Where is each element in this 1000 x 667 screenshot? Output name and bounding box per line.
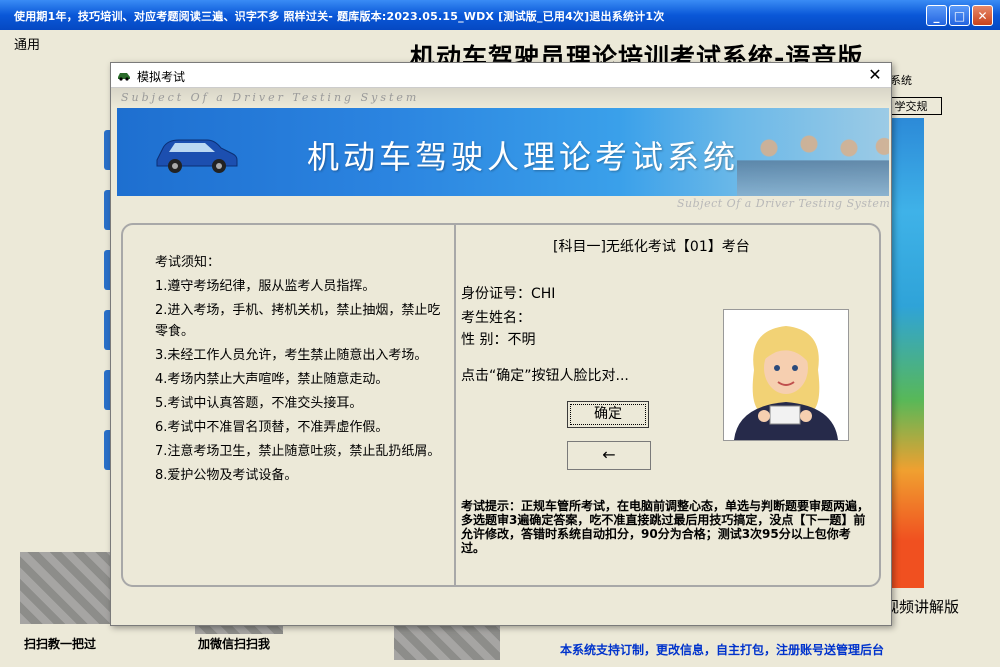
gender-label: 性 别：不明: [461, 332, 536, 348]
exam-banner: 机动车驾驶人理论考试系统: [117, 108, 889, 196]
exam-notice: 考试须知： 1.遵守考场纪律，服从监考人员指挥。 2.进入考场，手机、拷机关机，…: [155, 252, 445, 489]
footer-notice: 本系统支持订制，更改信息，自主打包，注册账号送管理后台: [560, 643, 885, 657]
car-icon: [156, 139, 238, 173]
avatar: [724, 310, 848, 440]
notice-line: 8.爱护公物及考试设备。: [155, 468, 298, 483]
dialog-titlebar: 模拟考试 ✕: [111, 63, 891, 88]
video-explanation-label[interactable]: 视频讲解版: [884, 596, 959, 617]
notice-line: 2.进入考场，手机、拷机关机，禁止抽烟，禁止吃零食。: [155, 303, 441, 339]
mock-exam-dialog: 模拟考试 ✕ Subject Of a Driver Testing Syste…: [110, 62, 892, 626]
banner-title: 机动车驾驶人理论考试系统: [307, 138, 740, 176]
candidate-photo: [723, 309, 849, 441]
menu-general[interactable]: 通用: [14, 34, 40, 53]
close-button[interactable]: ✕: [972, 5, 993, 26]
exam-tip: 考试提示：正规车管所考试，在电脑前调整心态，单选与判断题要审题两遍，多选题审3遍…: [461, 499, 870, 555]
qr-label: 加微信扫扫我: [198, 637, 271, 651]
watermark-text: Subject Of a Driver Testing System: [677, 197, 891, 210]
minimize-button[interactable]: _: [926, 5, 947, 26]
maximize-button[interactable]: □: [949, 5, 970, 26]
car-icon: [118, 73, 130, 81]
dialog-close-button[interactable]: ✕: [863, 64, 887, 86]
window-title: 使用期1年，技巧培训、对应考题阅读三遍、识字不多 照样过关- 题库版本:2023…: [14, 10, 665, 23]
classroom-photo: [737, 116, 889, 196]
notice-line: 5.考试中认真答题，不准交头接耳。: [155, 396, 363, 411]
right-side-banner: [888, 118, 924, 588]
watermark-text: Subject Of a Driver Testing System: [121, 91, 420, 104]
qr-code-image: [20, 552, 110, 624]
notice-line: 7.注意考场卫生，禁止随意吐痰，禁止乱扔纸屑。: [155, 444, 441, 459]
panel-divider: [454, 225, 456, 585]
notice-line: 6.考试中不准冒名顶替，不准弄虚作假。: [155, 420, 389, 435]
qr-label: 扫扫教一把过: [24, 637, 97, 651]
back-button[interactable]: ←: [567, 441, 651, 470]
notice-line: 4.考场内禁止大声喧哗，禁止随意走动。: [155, 372, 389, 387]
main-subtext: 系统: [890, 74, 912, 87]
window-titlebar: 使用期1年，技巧培训、对应考题阅读三遍、识字不多 照样过关- 题库版本:2023…: [0, 0, 1000, 30]
id-number-label: 身份证号：CHI: [461, 286, 556, 302]
exam-station-title: [科目一]无纸化考试【01】考台: [553, 239, 750, 255]
notice-line: 考试须知：: [155, 255, 221, 270]
dialog-title: 模拟考试: [137, 70, 186, 84]
qr-code-image: [394, 620, 500, 660]
notice-line: 3.未经工作人员允许，考生禁止随意出入考场。: [155, 348, 428, 363]
notice-line: 1.遵守考场纪律，服从监考人员指挥。: [155, 279, 376, 294]
confirm-button[interactable]: 确定: [567, 401, 649, 428]
face-compare-prompt: 点击“确定”按钮人脸比对...: [461, 368, 629, 384]
candidate-name-label: 考生姓名：: [461, 310, 531, 326]
watermark-strip: Subject Of a Driver Testing System: [111, 88, 891, 108]
